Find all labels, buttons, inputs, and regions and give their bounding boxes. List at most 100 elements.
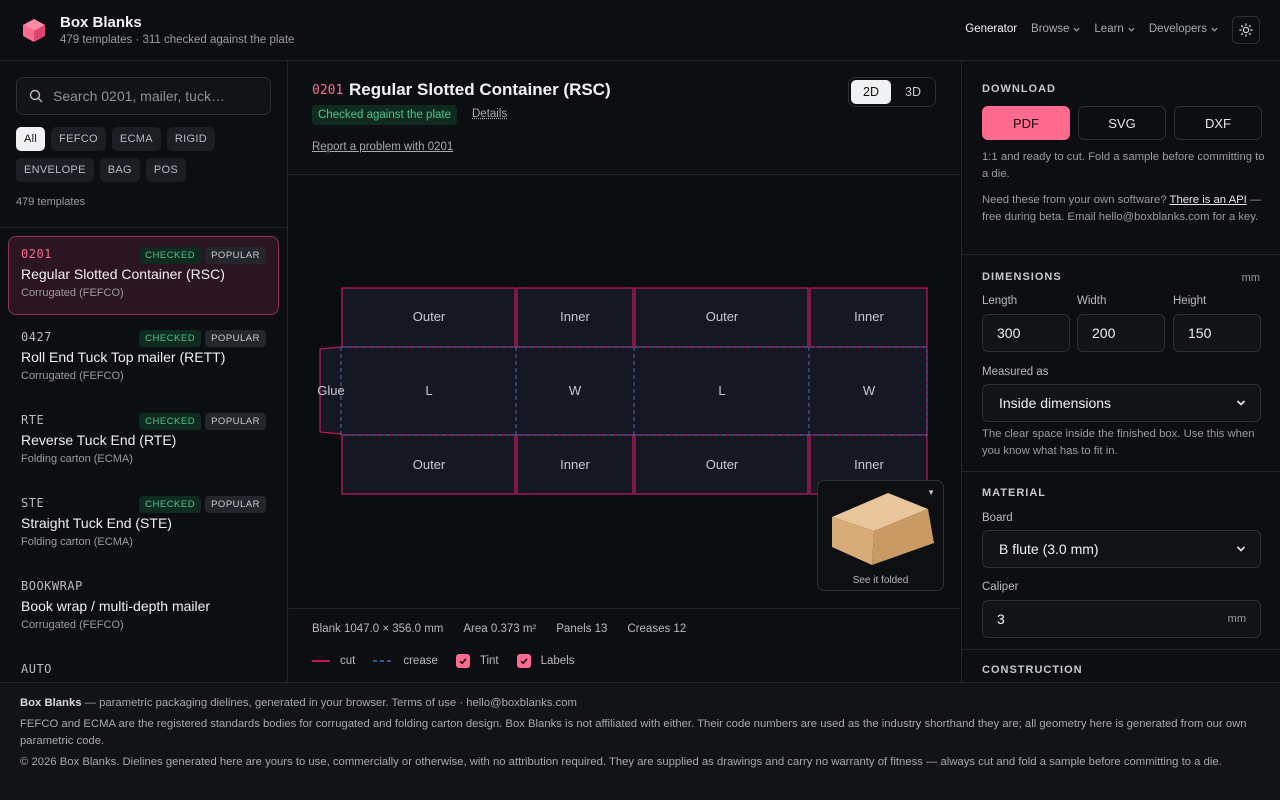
nav-developers[interactable]: Developers bbox=[1149, 23, 1218, 35]
api-link[interactable]: There is an API bbox=[1170, 194, 1247, 206]
tint-checkbox[interactable] bbox=[455, 654, 470, 668]
template-name: Roll End Tuck Top mailer (RETT) bbox=[21, 349, 226, 365]
legend: cut crease Tint Labels bbox=[312, 654, 575, 668]
chevron-down-icon bbox=[1128, 27, 1135, 32]
theme-toggle-button[interactable] bbox=[1232, 16, 1260, 44]
template-count: 479 templates bbox=[16, 196, 86, 208]
nav-browse[interactable]: Browse bbox=[1031, 23, 1080, 35]
template-name: Straight Tuck End (STE) bbox=[21, 515, 172, 531]
search-input[interactable] bbox=[53, 88, 253, 104]
list-item[interactable]: BOOKWRAP Book wrap / multi-depth mailer … bbox=[8, 568, 279, 651]
panel-label: L bbox=[425, 383, 432, 398]
template-category: Folding carton (ECMA) bbox=[21, 536, 133, 548]
list-item[interactable]: 0427 Roll End Tuck Top mailer (RETT) Cor… bbox=[8, 319, 279, 402]
panel-label: Outer bbox=[706, 309, 739, 324]
view-2d-button[interactable]: 2D bbox=[851, 80, 891, 104]
caliper-label: Caliper bbox=[982, 581, 1019, 593]
labels-checkbox[interactable] bbox=[516, 654, 531, 668]
length-field[interactable]: 300 bbox=[982, 314, 1070, 352]
filter-chip-pos[interactable]: POS bbox=[145, 158, 186, 182]
logo-cube-icon[interactable] bbox=[21, 17, 47, 43]
view-3d-button[interactable]: 3D bbox=[893, 80, 933, 104]
brand-title[interactable]: Box Blanks bbox=[60, 14, 142, 31]
panel-label: Inner bbox=[560, 309, 590, 324]
length-label: Length bbox=[982, 295, 1018, 307]
template-sidebar: All FEFCO ECMA RIGID ENVELOPE BAG POS 47… bbox=[0, 61, 288, 682]
measured-as-label: Measured as bbox=[982, 366, 1049, 378]
template-header: 0201 Regular Slotted Container (RSC) Che… bbox=[289, 61, 960, 175]
labels-toggle[interactable]: Labels bbox=[516, 654, 575, 668]
panel-count: Panels 13 bbox=[556, 623, 608, 635]
checked-badge: CHECKED bbox=[139, 247, 202, 264]
divider bbox=[962, 471, 1280, 472]
footer-brand: Box Blanks bbox=[20, 697, 82, 709]
height-label: Height bbox=[1173, 295, 1207, 307]
api-note: Need these from your own software? There… bbox=[982, 194, 1262, 223]
panel-label: L bbox=[718, 383, 725, 398]
list-item[interactable]: 0201 Regular Slotted Container (RSC) Cor… bbox=[8, 236, 279, 315]
tint-toggle[interactable]: Tint bbox=[455, 654, 499, 668]
list-item[interactable]: AUTO bbox=[8, 651, 279, 682]
filter-chip-bag[interactable]: BAG bbox=[99, 158, 140, 182]
panel-label: W bbox=[863, 383, 876, 398]
divider bbox=[0, 227, 287, 228]
measured-as-select[interactable]: Inside dimensions bbox=[982, 384, 1261, 422]
folded-preview[interactable]: ▼ See it folded bbox=[817, 480, 944, 591]
filter-chip-envelope[interactable]: ENVELOPE bbox=[16, 158, 94, 182]
footer-line-2: FEFCO and ECMA are the registered standa… bbox=[20, 718, 1247, 747]
filter-chip-rigid[interactable]: RIGID bbox=[166, 127, 215, 151]
legend-crease: crease bbox=[373, 655, 438, 667]
list-item[interactable]: RTE Reverse Tuck End (RTE) Folding carto… bbox=[8, 402, 279, 485]
filter-chip-all[interactable]: All bbox=[16, 127, 46, 151]
cut-line-icon bbox=[312, 660, 330, 662]
panel-label: Outer bbox=[413, 457, 446, 472]
box-3d-icon bbox=[832, 493, 934, 565]
page-title: Regular Slotted Container (RSC) bbox=[349, 80, 611, 99]
download-pdf-button[interactable]: PDF bbox=[982, 106, 1070, 140]
nav-generator[interactable]: Generator bbox=[965, 23, 1017, 35]
footer: Box Blanks — parametric packaging dielin… bbox=[0, 682, 1280, 800]
details-link[interactable]: Details bbox=[472, 108, 507, 120]
filter-chip-fefco[interactable]: FEFCO bbox=[51, 127, 106, 151]
main-nav: Generator Browse Learn Developers bbox=[965, 23, 1218, 35]
blank-size: Blank 1047.0 × 356.0 mm bbox=[312, 623, 444, 635]
checked-badge: CHECKED bbox=[139, 330, 202, 347]
search-box[interactable] bbox=[16, 77, 271, 115]
blank-stats: Blank 1047.0 × 356.0 mm Area 0.373 m² Pa… bbox=[312, 623, 686, 635]
width-field[interactable]: 200 bbox=[1077, 314, 1165, 352]
category-filter: All FEFCO ECMA RIGID ENVELOPE BAG POS bbox=[16, 127, 276, 182]
footer-line-3: © 2026 Box Blanks. Dielines generated he… bbox=[20, 756, 1222, 768]
report-problem-link[interactable]: Report a problem with 0201 bbox=[312, 141, 453, 153]
panel-label: Inner bbox=[560, 457, 590, 472]
list-item[interactable]: STE Straight Tuck End (STE) Folding cart… bbox=[8, 485, 279, 568]
brand-subtitle: 479 templates · 311 checked against the … bbox=[60, 34, 295, 46]
template-category: Corrugated (FEFCO) bbox=[21, 619, 124, 631]
chevron-down-icon bbox=[1211, 27, 1218, 32]
settings-panel: DOWNLOAD PDF SVG DXF 1:1 and ready to cu… bbox=[961, 61, 1280, 682]
download-dxf-button[interactable]: DXF bbox=[1174, 106, 1262, 140]
nav-learn[interactable]: Learn bbox=[1094, 23, 1135, 35]
unit-label: mm bbox=[1241, 272, 1260, 284]
height-field[interactable]: 150 bbox=[1173, 314, 1261, 352]
dieline-canvas[interactable]: Glue Outer Inner Outer Inner L W L W Out… bbox=[289, 176, 960, 608]
panel-label: W bbox=[569, 383, 582, 398]
checked-badge: CHECKED bbox=[139, 496, 202, 513]
template-name: Book wrap / multi-depth mailer bbox=[21, 598, 211, 614]
popular-badge: POPULAR bbox=[205, 413, 266, 430]
board-select[interactable]: B flute (3.0 mm) bbox=[982, 530, 1261, 568]
panel-label: Outer bbox=[706, 457, 739, 472]
download-svg-button[interactable]: SVG bbox=[1078, 106, 1166, 140]
template-category: Folding carton (ECMA) bbox=[21, 453, 133, 465]
template-code: AUTO bbox=[21, 662, 52, 676]
crease-count: Creases 12 bbox=[627, 623, 687, 635]
status-badge: Checked against the plate bbox=[312, 105, 457, 125]
footer-line-1: Box Blanks — parametric packaging dielin… bbox=[20, 697, 577, 709]
popular-badge: POPULAR bbox=[205, 330, 266, 347]
panel-label: Outer bbox=[413, 309, 446, 324]
filter-chip-ecma[interactable]: ECMA bbox=[111, 127, 161, 151]
caliper-field[interactable]: 3 mm bbox=[982, 600, 1261, 638]
template-code: BOOKWRAP bbox=[21, 579, 83, 593]
board-label: Board bbox=[982, 512, 1013, 524]
collapse-icon[interactable]: ▼ bbox=[927, 488, 935, 497]
template-category: Corrugated (FEFCO) bbox=[21, 287, 124, 299]
